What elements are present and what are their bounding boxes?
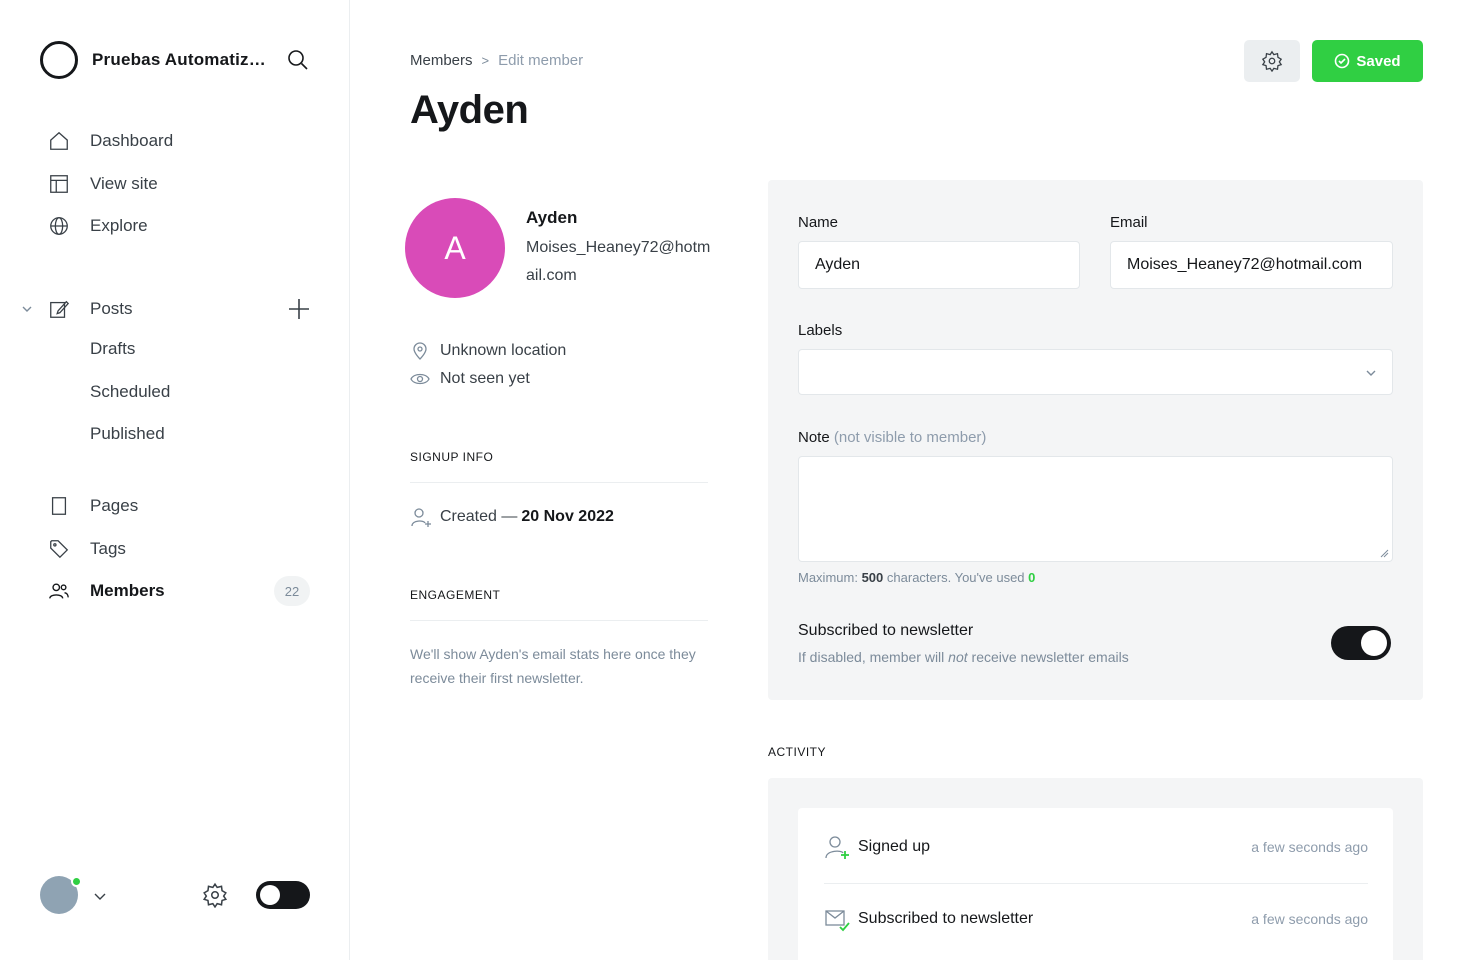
user-add-icon	[825, 836, 849, 859]
activity-item-label: Signed up	[858, 838, 931, 855]
home-icon	[50, 131, 68, 150]
divider	[410, 482, 708, 483]
member-location-text: Unknown location	[440, 342, 567, 359]
user-add-icon	[411, 508, 431, 527]
signup-info-heading: SIGNUP INFO	[410, 450, 494, 464]
member-last-seen-text: Not seen yet	[440, 370, 530, 387]
site-brand[interactable]: Pruebas Automatizadas	[40, 40, 320, 80]
page-icon	[51, 497, 67, 515]
envelope-check-icon	[825, 910, 850, 932]
activity-item-time: a few seconds ago	[1251, 911, 1368, 927]
layout-icon	[50, 175, 68, 193]
page-title: Ayden	[410, 88, 529, 132]
user-menu	[40, 876, 320, 916]
dark-mode-toggle[interactable]	[256, 881, 310, 909]
chevron-down-icon[interactable]	[92, 888, 108, 904]
member-location: Unknown location	[410, 341, 566, 361]
nav-members-label: Members	[90, 581, 165, 600]
nav-explore[interactable]: Explore	[46, 211, 148, 241]
tag-icon	[50, 540, 69, 559]
nav-posts-label: Posts	[90, 299, 133, 318]
note-label: Note (not visible to member)	[798, 429, 986, 446]
member-avatar: A	[405, 198, 505, 298]
chevron-down-icon	[1366, 370, 1376, 376]
email-input[interactable]: Moises_Heaney72@hotmail.com	[1110, 241, 1393, 289]
hint-middle: characters. You've used	[886, 570, 1025, 585]
breadcrumb: Members > Edit member	[410, 52, 583, 69]
nav-dashboard[interactable]: Dashboard	[46, 126, 173, 156]
nav-pages[interactable]: Pages	[46, 491, 138, 521]
nav-pages-label: Pages	[90, 496, 139, 515]
note-char-count: Maximum: 500 characters. You've used 0	[798, 570, 1035, 585]
globe-icon	[50, 217, 68, 235]
created-date: 20 Nov 2022	[521, 508, 614, 525]
nav-view-site-label: View site	[90, 174, 158, 193]
engagement-text: We'll show Ayden's email stats here once…	[410, 646, 696, 686]
nav-tags-label: Tags	[90, 539, 126, 558]
nav-members[interactable]: Members	[46, 576, 165, 606]
activity-item: Subscribed to newsletter a few seconds a…	[824, 903, 1368, 935]
eye-icon	[410, 373, 430, 385]
created-info: Created — 20 Nov 2022	[410, 506, 614, 528]
labels-select[interactable]	[798, 349, 1393, 395]
members-icon	[49, 583, 69, 599]
activity-item-label: Subscribed to newsletter	[858, 910, 1034, 927]
newsletter-desc-pre: If disabled, member will	[798, 649, 945, 665]
nav-posts[interactable]: Posts	[46, 294, 133, 324]
note-label-text: Note	[798, 429, 830, 446]
nav-tags[interactable]: Tags	[46, 534, 126, 564]
activity-item-time: a few seconds ago	[1251, 839, 1368, 855]
activity-heading: ACTIVITY	[768, 745, 827, 759]
hint-max: 500	[861, 570, 884, 585]
nav-dashboard-label: Dashboard	[90, 131, 174, 150]
breadcrumb-current: Edit member	[498, 52, 584, 69]
newsletter-desc-em: not	[948, 649, 968, 665]
nav-explore-label: Explore	[90, 216, 148, 235]
breadcrumb-separator: >	[481, 53, 490, 68]
note-textarea[interactable]	[798, 456, 1393, 562]
newsletter-description: If disabled, member will not receive new…	[798, 649, 1129, 665]
member-name: Ayden	[526, 208, 578, 227]
nav-view-site[interactable]: View site	[46, 169, 158, 199]
name-label: Name	[798, 214, 839, 231]
labels-label: Labels	[798, 322, 843, 339]
engagement-heading: ENGAGEMENT	[410, 588, 501, 602]
member-email: Moises_Heaney72@hotmail.com	[526, 239, 711, 284]
search-icon[interactable]	[286, 48, 310, 72]
gear-icon[interactable]	[202, 882, 228, 908]
online-status-dot	[71, 876, 82, 887]
newsletter-title: Subscribed to newsletter	[798, 622, 974, 639]
save-button[interactable]: Saved	[1312, 40, 1423, 82]
member-last-seen: Not seen yet	[410, 369, 530, 389]
divider	[410, 620, 708, 621]
edit-icon	[50, 300, 70, 318]
site-logo	[40, 41, 78, 79]
resize-handle-icon[interactable]	[1379, 548, 1389, 558]
created-prefix: Created —	[440, 508, 518, 525]
note-label-hint: (not visible to member)	[833, 429, 987, 446]
nav-published[interactable]: Published	[90, 424, 165, 450]
newsletter-toggle[interactable]	[1331, 626, 1391, 660]
save-button-label: Saved	[1356, 52, 1401, 70]
location-pin-icon	[413, 342, 427, 360]
check-circle-icon	[1335, 53, 1350, 69]
hint-prefix: Maximum:	[798, 570, 858, 585]
nav-drafts[interactable]: Drafts	[90, 339, 135, 365]
chevron-down-icon[interactable]	[20, 302, 34, 316]
activity-item: Signed up a few seconds ago	[824, 831, 1368, 863]
breadcrumb-members-link[interactable]: Members	[410, 52, 473, 69]
member-actions-button[interactable]	[1244, 40, 1300, 82]
sidebar: Pruebas Automatizadas Dashboard View sit…	[0, 0, 350, 960]
newsletter-desc-post: receive newsletter emails	[971, 649, 1129, 665]
email-label: Email	[1110, 214, 1148, 231]
add-post-icon[interactable]	[286, 296, 312, 322]
members-count-badge: 22	[274, 576, 310, 606]
site-name: Pruebas Automatizadas	[92, 50, 267, 69]
hint-used: 0	[1028, 570, 1036, 585]
nav-scheduled[interactable]: Scheduled	[90, 382, 170, 408]
name-input[interactable]: Ayden	[798, 241, 1080, 289]
divider	[824, 883, 1368, 884]
gear-icon	[1261, 50, 1283, 72]
